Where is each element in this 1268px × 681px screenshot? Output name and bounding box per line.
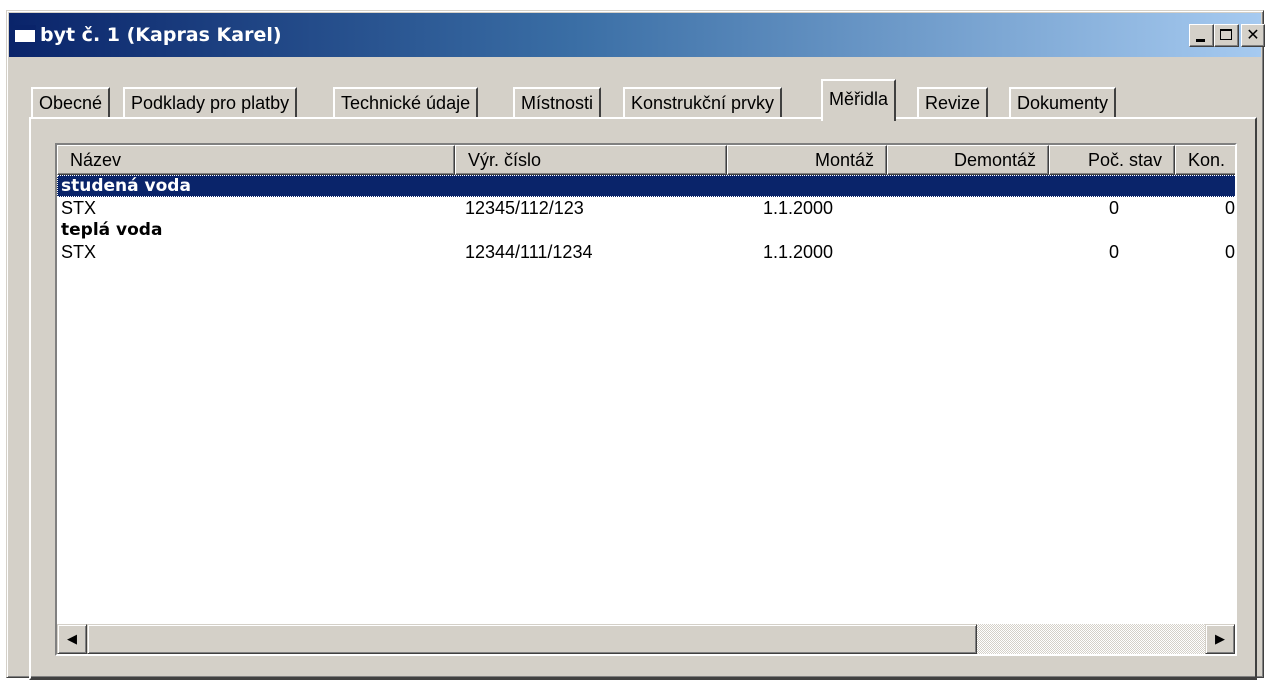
close-button[interactable]: ✕	[1241, 24, 1265, 47]
tab-technicke-udaje[interactable]: Technické údaje	[333, 87, 479, 119]
tab-revize[interactable]: Revize	[917, 87, 989, 119]
cell-nazev: STX	[61, 242, 97, 262]
scroll-right-button[interactable]: ▶	[1205, 624, 1235, 654]
arrow-left-icon: ◀	[67, 631, 77, 646]
meters-listview[interactable]: Název Výr. číslo Montáž Demontáž Poč. st…	[55, 143, 1237, 656]
maximize-button[interactable]	[1214, 24, 1239, 47]
window-icon	[14, 25, 36, 43]
tab-konstrukcni-prvky[interactable]: Konstrukční prvky	[623, 87, 783, 119]
window-title: byt č. 1 (Kapras Karel)	[40, 24, 282, 46]
cell-kon: 0	[1224, 242, 1235, 262]
group-row-studena-voda[interactable]: studená voda	[57, 175, 1235, 197]
group-row-tepla-voda[interactable]: teplá voda	[57, 219, 1235, 241]
cell-montaz: 1.1.2000	[763, 198, 834, 218]
maximize-icon	[1220, 29, 1232, 40]
arrow-right-icon: ▶	[1215, 631, 1225, 646]
tab-dokumenty[interactable]: Dokumenty	[1009, 87, 1117, 119]
cell-kon: 0	[1224, 198, 1235, 218]
column-header-kon[interactable]: Kon.	[1175, 145, 1235, 175]
cell-poc-stav: 0	[1108, 198, 1119, 218]
tab-podklady-pro-platby[interactable]: Podklady pro platby	[123, 87, 298, 119]
close-icon: ✕	[1246, 25, 1260, 44]
horizontal-scrollbar[interactable]: ◀ ▶	[57, 624, 1235, 654]
scroll-thumb[interactable]	[87, 624, 977, 654]
column-header-montaz[interactable]: Montáž	[727, 145, 887, 175]
list-row[interactable]: STX 12345/112/123 1.1.2000 0 0	[57, 197, 1235, 219]
cell-vyr-cislo: 12344/111/1234	[465, 242, 593, 262]
column-header-nazev[interactable]: Název	[57, 145, 455, 175]
column-header-demontaz[interactable]: Demontáž	[887, 145, 1049, 175]
list-row[interactable]: STX 12344/111/1234 1.1.2000 0 0	[57, 241, 1235, 263]
tab-meridla[interactable]: Měřidla	[821, 79, 897, 121]
tab-panel-meridla: Název Výr. číslo Montáž Demontáž Poč. st…	[29, 117, 1257, 680]
cell-vyr-cislo: 12345/112/123	[465, 198, 584, 218]
scroll-track[interactable]	[87, 624, 1205, 654]
cell-montaz: 1.1.2000	[763, 242, 834, 262]
cell-poc-stav: 0	[1108, 242, 1119, 262]
group-label: teplá voda	[61, 220, 163, 240]
tab-mistnosti[interactable]: Místnosti	[513, 87, 602, 119]
list-rows: studená voda STX 12345/112/123 1.1.2000 …	[57, 175, 1235, 263]
column-header-vyr-cislo[interactable]: Výr. číslo	[455, 145, 727, 175]
title-bar[interactable]: byt č. 1 (Kapras Karel) ✕	[9, 13, 1265, 57]
column-header-poc-stav[interactable]: Poč. stav	[1049, 145, 1175, 175]
minimize-button[interactable]	[1189, 24, 1214, 47]
cell-nazev: STX	[61, 198, 97, 218]
minimize-icon	[1196, 39, 1205, 42]
group-label: studená voda	[61, 176, 191, 196]
scroll-left-button[interactable]: ◀	[57, 624, 87, 654]
tab-obecne[interactable]: Obecné	[31, 87, 111, 119]
app-window: byt č. 1 (Kapras Karel) ✕ Obecné Podklad…	[6, 10, 1265, 680]
list-header: Název Výr. číslo Montáž Demontáž Poč. st…	[57, 145, 1235, 175]
